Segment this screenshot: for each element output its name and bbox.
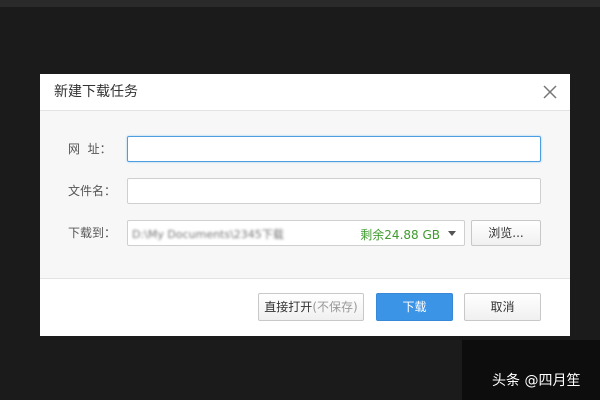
cancel-button[interactable]: 取消: [464, 293, 541, 321]
open-directly-hint: (不保存): [312, 300, 358, 314]
close-button[interactable]: [540, 82, 560, 102]
download-button[interactable]: 下载: [376, 293, 453, 321]
dialog-footer: 直接打开(不保存) 下载 取消: [40, 279, 570, 336]
save-path-text: D:\My Documents\2345下载: [132, 228, 284, 241]
chevron-down-icon[interactable]: [448, 231, 456, 236]
filename-label: 文件名：: [68, 184, 117, 198]
dialog-body: 网 址： 文件名： 下载到： D:\My Documents\2345下载 剩余…: [40, 111, 570, 279]
top-strip: [0, 0, 600, 7]
save-path-select[interactable]: D:\My Documents\2345下载 剩余24.88 GB: [127, 220, 465, 246]
close-icon: [543, 85, 557, 99]
free-space-text: 剩余24.88 GB: [360, 228, 440, 242]
screen: 新建下载任务 网 址： 文件名： 下载到： D:\My Documents\23…: [0, 0, 600, 400]
open-directly-button[interactable]: 直接打开(不保存): [258, 293, 364, 321]
filename-input[interactable]: [127, 178, 541, 204]
url-input[interactable]: [127, 136, 541, 162]
watermark: 头条 @四月笙: [462, 340, 600, 400]
new-download-dialog: 新建下载任务 网 址： 文件名： 下载到： D:\My Documents\23…: [40, 74, 570, 336]
watermark-text: 头条 @四月笙: [492, 373, 581, 389]
browse-button[interactable]: 浏览...: [471, 220, 541, 246]
saveto-label: 下载到：: [68, 226, 117, 240]
dialog-title: 新建下载任务: [54, 84, 138, 100]
url-label: 网 址：: [68, 142, 112, 156]
open-directly-label: 直接打开: [264, 300, 313, 314]
dialog-header: 新建下载任务: [40, 74, 570, 111]
